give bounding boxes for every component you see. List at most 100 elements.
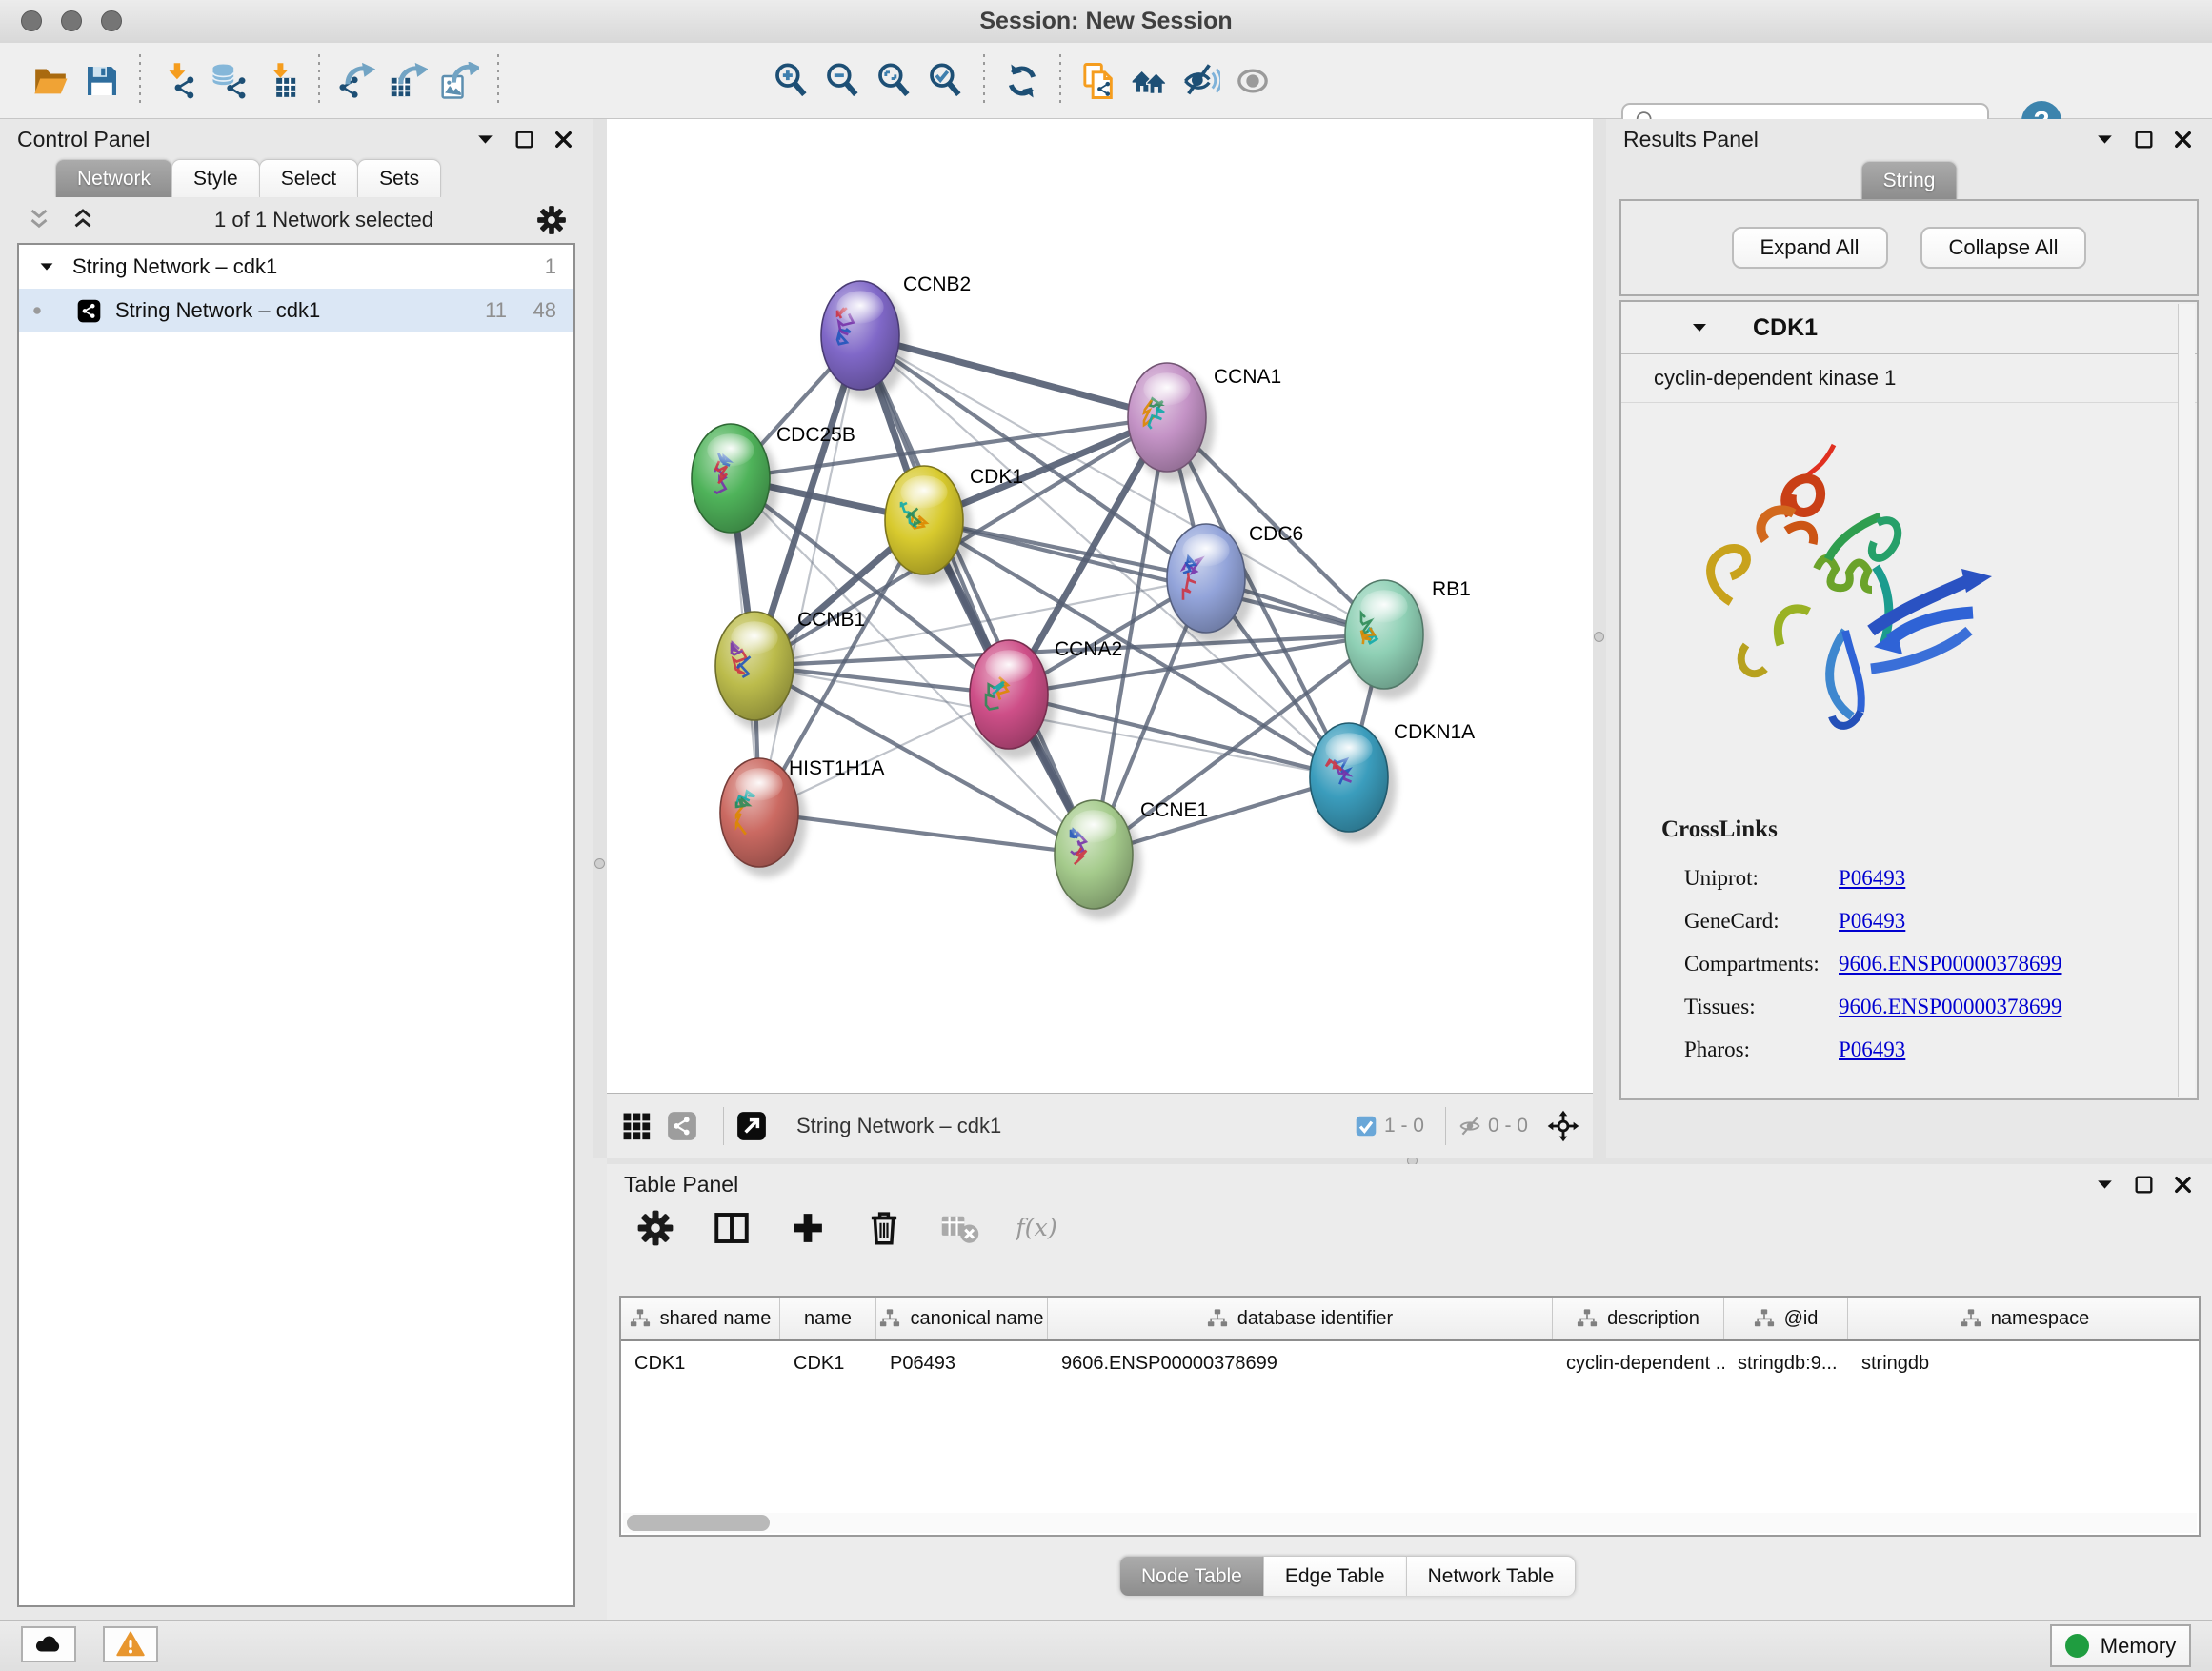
table-cell[interactable]: stringdb:9... xyxy=(1724,1353,1848,1375)
refresh-button[interactable] xyxy=(996,54,1048,108)
cloud-button[interactable] xyxy=(21,1626,76,1662)
protein-structure-image xyxy=(1674,424,2002,753)
tab-sets[interactable]: Sets xyxy=(357,159,441,197)
show-columns-icon[interactable] xyxy=(712,1208,752,1248)
zoom-selected-button[interactable] xyxy=(920,54,972,108)
network-edge-HIST1H1A-CCNE1[interactable] xyxy=(759,813,1094,855)
import-table-button[interactable] xyxy=(255,54,307,108)
network-node-CDKN1A[interactable] xyxy=(1310,723,1397,842)
birdseye-view-icon[interactable] xyxy=(735,1110,768,1142)
table-cell[interactable]: cyclin-dependent ... xyxy=(1553,1353,1724,1375)
table-settings-gear-icon[interactable] xyxy=(635,1208,675,1248)
network-edge-CCNB2-HIST1H1A[interactable] xyxy=(759,335,860,813)
network-node-CCNB2[interactable] xyxy=(821,281,908,400)
pan-crosshair-icon[interactable] xyxy=(1547,1110,1579,1142)
network-node-CCNE1[interactable] xyxy=(1055,800,1141,919)
copy-network-button[interactable] xyxy=(1073,54,1124,108)
network-edge-CDK1-RB1[interactable] xyxy=(924,520,1384,634)
column-header-database-identifier[interactable]: database identifier xyxy=(1048,1298,1553,1339)
table-panel-header: Table Panel xyxy=(607,1164,2212,1204)
panel-close-icon[interactable] xyxy=(2171,128,2195,151)
panel-float-icon[interactable] xyxy=(2132,1173,2156,1197)
splitter-handle[interactable] xyxy=(1594,632,1604,642)
delete-column-icon[interactable] xyxy=(864,1208,904,1248)
scrollbar-thumb[interactable] xyxy=(627,1515,770,1531)
bottom-splitter[interactable] xyxy=(607,1158,2212,1164)
crosslink-value-link[interactable]: P06493 xyxy=(1839,1028,1905,1071)
collapse-all-button[interactable]: Collapse All xyxy=(1920,227,2087,269)
tree-expand-icon[interactable] xyxy=(36,256,57,277)
add-column-icon[interactable] xyxy=(788,1208,828,1248)
open-folder-button[interactable] xyxy=(25,54,76,108)
column-header-shared-name[interactable]: shared name xyxy=(621,1298,780,1339)
tab-style[interactable]: Style xyxy=(171,159,260,197)
crosslink-value-link[interactable]: 9606.ENSP00000378699 xyxy=(1839,942,2062,985)
table-cell[interactable]: CDK1 xyxy=(621,1353,780,1375)
crosslink-value-link[interactable]: P06493 xyxy=(1839,899,1905,942)
network-canvas[interactable]: CCNB2CCNA1CDC25BCDK1CDC6RB1CCNB1CCNA2CDK… xyxy=(607,119,1593,1093)
tab-string[interactable]: String xyxy=(1861,161,1958,199)
network-collection-row[interactable]: String Network – cdk1 1 xyxy=(19,245,573,289)
right-splitter[interactable] xyxy=(1592,119,1606,1158)
tab-network-table[interactable]: Network Table xyxy=(1406,1556,1577,1596)
panel-float-icon[interactable] xyxy=(513,128,536,151)
column-header-name[interactable]: name xyxy=(780,1298,876,1339)
network-node-CCNA2[interactable] xyxy=(970,640,1056,759)
table-cell[interactable]: P06493 xyxy=(876,1353,1048,1375)
save-button[interactable] xyxy=(76,54,128,108)
panel-menu-icon[interactable] xyxy=(2093,1173,2117,1197)
sitemap-icon xyxy=(879,1308,900,1329)
network-overview-button[interactable] xyxy=(1124,54,1176,108)
zoom-in-button[interactable] xyxy=(766,54,817,108)
selected-checkbox-icon[interactable] xyxy=(1354,1114,1378,1138)
network-share-icon[interactable] xyxy=(666,1110,698,1142)
collapse-all-networks-icon[interactable] xyxy=(25,206,53,234)
crosslink-label: Pharos: xyxy=(1684,1028,1839,1071)
table-cell[interactable]: 9606.ENSP00000378699 xyxy=(1048,1353,1553,1375)
gene-collapse-icon[interactable] xyxy=(1688,316,1711,339)
network-options-gear-icon[interactable] xyxy=(535,204,568,236)
table-hscrollbar[interactable] xyxy=(623,1513,2197,1533)
network-node-RB1[interactable] xyxy=(1345,580,1432,699)
tab-network[interactable]: Network xyxy=(55,159,172,197)
network-node-CCNB1[interactable] xyxy=(715,612,802,731)
panel-float-icon[interactable] xyxy=(2132,128,2156,151)
panel-menu-icon[interactable] xyxy=(2093,128,2117,151)
memory-button[interactable]: Memory xyxy=(2050,1624,2191,1667)
grid-view-icon[interactable] xyxy=(620,1110,653,1142)
column-header-canonical-name[interactable]: canonical name xyxy=(876,1298,1048,1339)
crosslink-value-link[interactable]: 9606.ENSP00000378699 xyxy=(1839,985,2062,1028)
zoom-out-button[interactable] xyxy=(817,54,869,108)
hide-panels-button[interactable] xyxy=(1176,54,1227,108)
panel-menu-icon[interactable] xyxy=(473,128,497,151)
left-splitter[interactable] xyxy=(593,119,607,1158)
export-table-button[interactable] xyxy=(383,54,434,108)
results-scrollbar[interactable] xyxy=(2178,304,2195,1097)
zoom-fit-button[interactable] xyxy=(869,54,920,108)
table-cell[interactable]: CDK1 xyxy=(780,1353,876,1375)
hidden-eye-slash-icon[interactable] xyxy=(1458,1114,1482,1138)
export-network-button[interactable] xyxy=(332,54,383,108)
tab-node-table[interactable]: Node Table xyxy=(1119,1556,1263,1596)
panel-close-icon[interactable] xyxy=(552,128,575,151)
gene-card-header[interactable]: CDK1 xyxy=(1621,302,2197,354)
warning-button[interactable] xyxy=(103,1626,158,1662)
splitter-handle[interactable] xyxy=(594,858,605,869)
column-header-description[interactable]: description xyxy=(1553,1298,1724,1339)
column-header-@id[interactable]: @id xyxy=(1724,1298,1848,1339)
panel-close-icon[interactable] xyxy=(2171,1173,2195,1197)
column-header-namespace[interactable]: namespace xyxy=(1848,1298,2201,1339)
export-image-button[interactable] xyxy=(434,54,486,108)
expand-all-button[interactable]: Expand All xyxy=(1732,227,1888,269)
table-cell[interactable]: stringdb xyxy=(1848,1353,2201,1375)
network-edge-CCNB2-CCNE1[interactable] xyxy=(860,335,1094,855)
import-database-button[interactable] xyxy=(204,54,255,108)
crosslink-value-link[interactable]: P06493 xyxy=(1839,856,1905,899)
tab-edge-table[interactable]: Edge Table xyxy=(1263,1556,1406,1596)
tab-select[interactable]: Select xyxy=(259,159,358,197)
show-panel-button[interactable] xyxy=(1227,54,1278,108)
import-network-button[interactable] xyxy=(152,54,204,108)
expand-all-networks-icon[interactable] xyxy=(69,206,97,234)
network-row[interactable]: String Network – cdk1 11 48 xyxy=(19,289,573,332)
table-row[interactable]: CDK1CDK1P064939606.ENSP00000378699cyclin… xyxy=(621,1341,2199,1385)
